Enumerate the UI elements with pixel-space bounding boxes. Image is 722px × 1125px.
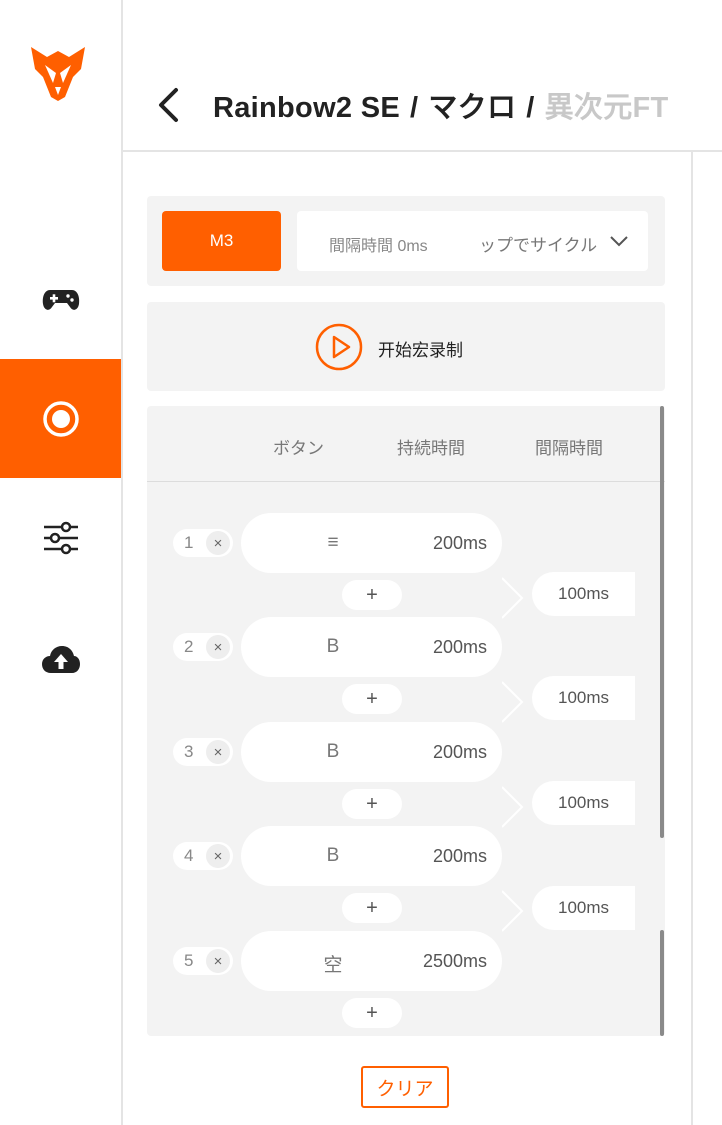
step-interval[interactable]: 100ms: [532, 676, 635, 720]
start-recording-label: 开始宏录制: [378, 341, 463, 360]
divider: [147, 481, 665, 482]
step-interval[interactable]: 100ms: [532, 781, 635, 825]
cycle-mode-select[interactable]: ップでサイクル: [479, 231, 597, 256]
step-interval[interactable]: 100ms: [532, 572, 635, 616]
sidebar-item-settings[interactable]: [0, 478, 121, 597]
step-key-label: B: [326, 845, 340, 866]
sidebar-item-macro[interactable]: [0, 359, 121, 478]
breadcrumb-macro[interactable]: マクロ: [428, 92, 516, 124]
column-header-duration: 持続時間: [397, 439, 465, 458]
sliders-icon: [43, 521, 78, 554]
step-key-label: B: [326, 741, 340, 762]
add-step-button[interactable]: +: [342, 998, 402, 1028]
macro-settings-box[interactable]: 間隔時間 0ms ップでサイクル: [297, 211, 648, 271]
table-row: 3 × B 200ms: [147, 722, 665, 782]
macro-editor-panel: M3 間隔時間 0ms ップでサイクル 开始宏录制 ボタン 持続時間 間隔時間 …: [123, 152, 693, 1125]
play-circle-icon: [315, 323, 363, 371]
macro-record-icon: [42, 400, 79, 437]
step-number-pill: 1 ×: [173, 529, 233, 557]
remove-step-button[interactable]: ×: [206, 844, 230, 868]
table-row: 1 × ≡ 200ms: [147, 513, 665, 573]
remove-step-button[interactable]: ×: [206, 635, 230, 659]
add-step-button[interactable]: +: [342, 789, 402, 819]
macro-key-button[interactable]: M3: [162, 211, 281, 271]
breadcrumb: Rainbow2 SE / マクロ / 異次元FT: [213, 84, 669, 126]
step-number: 2: [184, 637, 194, 656]
step-key-pill[interactable]: B 200ms: [241, 826, 502, 886]
macro-step-list: ボタン 持続時間 間隔時間 1 × ≡ 200ms + 100ms 2 × B …: [147, 406, 665, 1036]
step-number-pill: 3 ×: [173, 738, 233, 766]
breadcrumb-device[interactable]: Rainbow2 SE: [213, 92, 400, 124]
add-step-button[interactable]: +: [342, 684, 402, 714]
step-key-label: 空: [323, 955, 343, 976]
step-number-pill: 2 ×: [173, 633, 233, 661]
add-step-button[interactable]: +: [342, 893, 402, 923]
macro-settings-card: M3 間隔時間 0ms ップでサイクル: [147, 196, 665, 286]
chevron-down-icon[interactable]: [609, 233, 629, 249]
table-row: 2 × B 200ms: [147, 617, 665, 677]
breadcrumb-current: 異次元FT: [544, 92, 669, 124]
table-row: 4 × B 200ms: [147, 826, 665, 886]
step-number-pill: 4 ×: [173, 842, 233, 870]
breadcrumb-separator: /: [410, 92, 419, 124]
top-bar: [123, 0, 722, 152]
breadcrumb-separator: /: [526, 92, 535, 124]
add-step-button[interactable]: +: [342, 580, 402, 610]
sidebar-item-cloud[interactable]: [0, 600, 121, 719]
step-number: 3: [184, 742, 194, 761]
remove-step-button[interactable]: ×: [206, 531, 230, 555]
step-number-pill: 5 ×: [173, 947, 233, 975]
step-key-pill[interactable]: 空 2500ms: [241, 931, 502, 991]
step-duration[interactable]: 200ms: [433, 742, 487, 763]
step-duration[interactable]: 2500ms: [423, 951, 487, 972]
step-key-pill[interactable]: B 200ms: [241, 722, 502, 782]
right-panel-edge: [693, 152, 722, 1125]
scrollbar-thumb[interactable]: [660, 930, 664, 1036]
remove-step-button[interactable]: ×: [206, 740, 230, 764]
interval-time-label[interactable]: 間隔時間 0ms: [329, 232, 428, 256]
step-number: 1: [184, 533, 194, 552]
step-interval[interactable]: 100ms: [532, 886, 635, 930]
back-arrow-icon[interactable]: [152, 86, 188, 124]
column-header-interval: 間隔時間: [535, 439, 603, 458]
step-duration[interactable]: 200ms: [433, 846, 487, 867]
step-duration[interactable]: 200ms: [433, 637, 487, 658]
step-key-pill[interactable]: B 200ms: [241, 617, 502, 677]
start-recording-button[interactable]: 开始宏录制: [147, 302, 665, 391]
table-row: 5 × 空 2500ms: [147, 931, 665, 991]
clear-button[interactable]: クリア: [361, 1066, 449, 1108]
sidebar-item-controller[interactable]: [0, 240, 121, 359]
gamepad-icon: [42, 289, 79, 310]
step-key-label: B: [326, 636, 340, 657]
step-number: 4: [184, 846, 194, 865]
cloud-upload-icon: [41, 645, 80, 673]
step-key-label: ≡: [327, 532, 339, 553]
step-number: 5: [184, 951, 194, 970]
step-duration[interactable]: 200ms: [433, 533, 487, 554]
sidebar: [0, 0, 123, 1125]
remove-step-button[interactable]: ×: [206, 949, 230, 973]
column-header-button: ボタン: [273, 439, 324, 458]
brand-logo-icon: [31, 47, 85, 101]
scrollbar-thumb[interactable]: [660, 406, 664, 838]
step-key-pill[interactable]: ≡ 200ms: [241, 513, 502, 573]
